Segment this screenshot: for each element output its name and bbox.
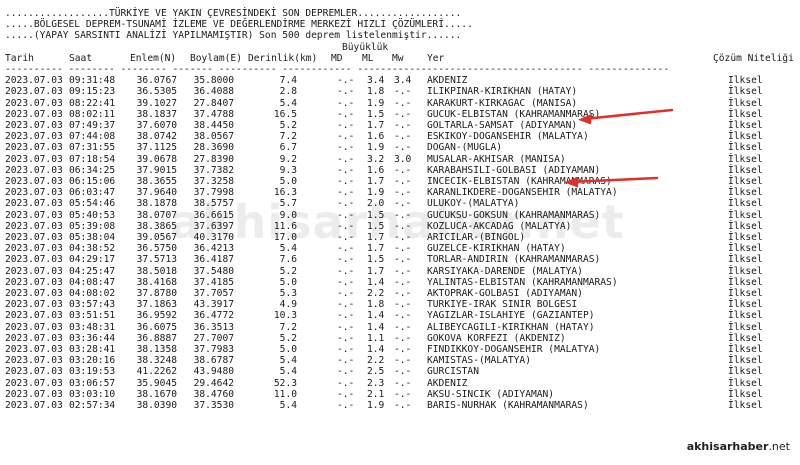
site-credit-tld: .net (768, 440, 790, 453)
red-arrows (564, 108, 674, 188)
site-credit[interactable]: akhisarhaber.net (687, 440, 790, 453)
site-credit-name: akhisarhaber (686, 440, 769, 453)
arrow-karakurt (578, 108, 674, 125)
arrow-musalar (564, 176, 659, 188)
